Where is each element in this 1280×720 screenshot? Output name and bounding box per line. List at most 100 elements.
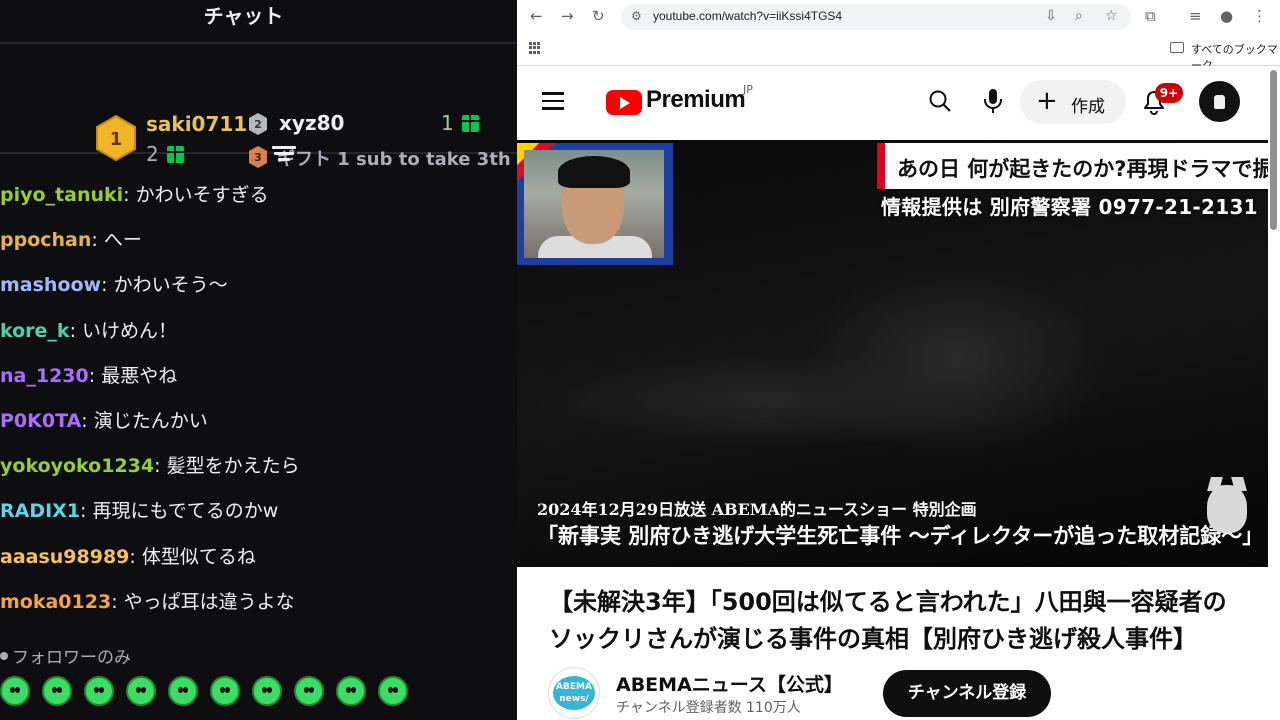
emote-icon[interactable] <box>42 676 72 706</box>
video-caption-top: あの日 何が起きたのか?再現ドラマで振り返る <box>897 157 1268 181</box>
profile-icon[interactable]: ● <box>1220 8 1233 25</box>
apps-grid-icon[interactable] <box>529 42 541 54</box>
chat-message: RADIX1: 再現にもでてるのかw <box>0 500 279 523</box>
extensions-icon[interactable]: ⧉ <box>1145 8 1156 25</box>
picture-in-picture-inset <box>517 143 673 265</box>
search-icon[interactable] <box>929 90 951 112</box>
emote-icon[interactable] <box>294 676 324 706</box>
chat-message: yokoyoko1234: 髪型をかえたら <box>0 455 300 478</box>
chat-username[interactable]: RADIX1 <box>0 500 80 522</box>
followers-only-indicator: フォロワーのみ <box>0 643 131 668</box>
create-button[interactable]: + 作成 <box>1020 80 1126 124</box>
chat-text: 演じたんかい <box>93 409 208 432</box>
collapse-leaderboard-icon[interactable] <box>272 146 296 168</box>
folder-icon[interactable] <box>1170 42 1184 53</box>
chat-username[interactable]: piyo_tanuki <box>0 184 123 206</box>
video-caption-broadcast: 2024年12月29日放送 ABEMA的ニュースショー 特別企画 <box>537 500 977 519</box>
chat-username[interactable]: kore_k <box>0 320 70 342</box>
bookmark-star-icon[interactable]: ☆ <box>1105 8 1118 24</box>
browser-menu-icon[interactable]: ⋮ <box>1252 8 1267 25</box>
site-info-icon[interactable]: ⚙ <box>631 9 642 23</box>
abema-mascot-logo <box>1207 485 1247 533</box>
chat-text: 再現にもでてるのかw <box>92 500 279 523</box>
chat-message: piyo_tanuki: かわいそすぎる <box>0 184 269 206</box>
region-code: JP <box>743 83 753 96</box>
emote-icon[interactable] <box>378 676 408 706</box>
svg-text:2: 2 <box>254 118 262 131</box>
leaderboard-user-2[interactable]: xyz80 <box>279 111 344 135</box>
chat-message: P0K0TA: 演じたんかい <box>0 409 208 432</box>
reload-icon[interactable]: ↻ <box>592 8 605 25</box>
svg-text:1: 1 <box>110 129 123 150</box>
gift-icon <box>166 145 184 163</box>
video-title: 【未解決3年】「500回は似てると言われた」八田與一容疑者のソックリさんが演じる… <box>549 588 1227 653</box>
browser-window: ← → ↻ ⚙ youtube.com/watch?v=iiKssi4TGS4 … <box>517 0 1280 720</box>
video-caption-banner: あの日 何が起きたのか?再現ドラマで振り返る <box>877 143 1268 189</box>
hamburger-menu-icon[interactable] <box>542 92 564 110</box>
chat-username[interactable]: moka0123 <box>0 591 111 613</box>
chat-text: やっぱ耳は違うよな <box>123 590 295 613</box>
chat-title: チャット <box>203 3 284 28</box>
emote-icon[interactable] <box>210 676 240 706</box>
account-avatar[interactable] <box>1199 81 1240 122</box>
youtube-header: Premium JP + 作成 9+ <box>517 66 1280 138</box>
bookmarks-bar: すべてのブックマーク <box>517 33 1280 72</box>
gift-to-rank-label[interactable]: ギフト 1 sub to take 3th <box>277 145 511 171</box>
svg-text:3: 3 <box>254 151 262 164</box>
youtube-logo-icon[interactable] <box>606 90 642 115</box>
chat-header: チャット <box>0 0 517 44</box>
notification-count-badge: 9+ <box>1155 83 1183 103</box>
chat-text: 最悪やね <box>101 364 178 387</box>
chat-text: へー <box>103 229 142 252</box>
leaderboard-user-1[interactable]: saki0711 <box>146 112 247 136</box>
microphone-icon[interactable] <box>983 88 1003 114</box>
leaderboard-count-2-value: 1 <box>441 111 454 135</box>
rank-3-badge-icon: 3 <box>249 146 267 168</box>
chat-message: mashoow: かわいそう〜 <box>0 274 228 297</box>
chat-username[interactable]: yokoyoko1234 <box>0 455 154 477</box>
chat-username[interactable]: na_1230 <box>0 365 89 387</box>
zoom-icon[interactable]: ⌕ <box>1075 8 1083 24</box>
chat-username[interactable]: P0K0TA <box>0 410 81 432</box>
leaderboard-count-2: 1 <box>441 111 479 135</box>
emote-icon[interactable] <box>126 676 156 706</box>
channel-logo-text: ABEMA news/ <box>553 676 595 710</box>
create-label: 作成 <box>1071 97 1105 117</box>
emote-icon[interactable] <box>252 676 282 706</box>
youtube-premium-logo[interactable]: Premium <box>646 86 746 114</box>
chat-message: kore_k: いけめん！ <box>0 319 178 342</box>
back-arrow-icon[interactable]: ← <box>530 8 543 25</box>
address-bar[interactable]: ⚙ youtube.com/watch?v=iiKssi4TGS4 ⇩ ⌕ ☆ <box>621 4 1131 30</box>
chat-message: ppochan: へー <box>0 229 142 252</box>
video-player[interactable]: あの日 何が起きたのか?再現ドラマで振り返る 情報提供は 別府警察署 0977-… <box>517 140 1268 567</box>
emote-icon[interactable] <box>0 676 30 706</box>
media-controls-icon[interactable]: ≡ <box>1189 8 1202 25</box>
subscribe-button[interactable]: チャンネル登録 <box>883 670 1051 717</box>
channel-subscriber-count: チャンネル登録者数 110万人 <box>616 700 801 716</box>
leaderboard-count-1-value: 2 <box>146 142 159 166</box>
video-caption-title: 「新事実 別府ひき逃げ大学生死亡事件 〜ディレクターが追った取材記録〜」 <box>537 523 1264 548</box>
chat-text: 体型似てるね <box>141 545 256 568</box>
chat-messages: piyo_tanuki: かわいそすぎる ppochan: へー mashoow… <box>0 176 517 628</box>
channel-avatar[interactable]: ABEMA news/ <box>548 667 600 719</box>
install-app-icon[interactable]: ⇩ <box>1045 8 1057 24</box>
forward-arrow-icon[interactable]: → <box>561 8 574 25</box>
browser-toolbar: ← → ↻ ⚙ youtube.com/watch?v=iiKssi4TGS4 … <box>517 0 1280 33</box>
chat-username[interactable]: mashoow <box>0 274 101 296</box>
chat-text: かわいそすぎる <box>135 184 269 206</box>
url-text[interactable]: youtube.com/watch?v=iiKssi4TGS4 <box>653 9 842 23</box>
channel-name[interactable]: ABEMAニュース【公式】 <box>616 670 843 697</box>
plus-icon: + <box>1036 86 1058 116</box>
chat-message: na_1230: 最悪やね <box>0 364 178 387</box>
emote-icon[interactable] <box>336 676 366 706</box>
chat-message: moka0123: やっぱ耳は違うよな <box>0 590 295 613</box>
chat-username[interactable]: ppochan <box>0 229 91 251</box>
chat-username[interactable]: aaasu98989 <box>0 546 129 568</box>
page-scrollbar[interactable] <box>1270 70 1277 230</box>
chat-message: aaasu98989: 体型似てるね <box>0 545 256 568</box>
followers-only-label: フォロワーのみ <box>12 648 131 668</box>
emote-icon[interactable] <box>168 676 198 706</box>
chat-text: いけめん！ <box>82 319 178 342</box>
emote-icon[interactable] <box>84 676 114 706</box>
emote-bar <box>0 676 408 706</box>
